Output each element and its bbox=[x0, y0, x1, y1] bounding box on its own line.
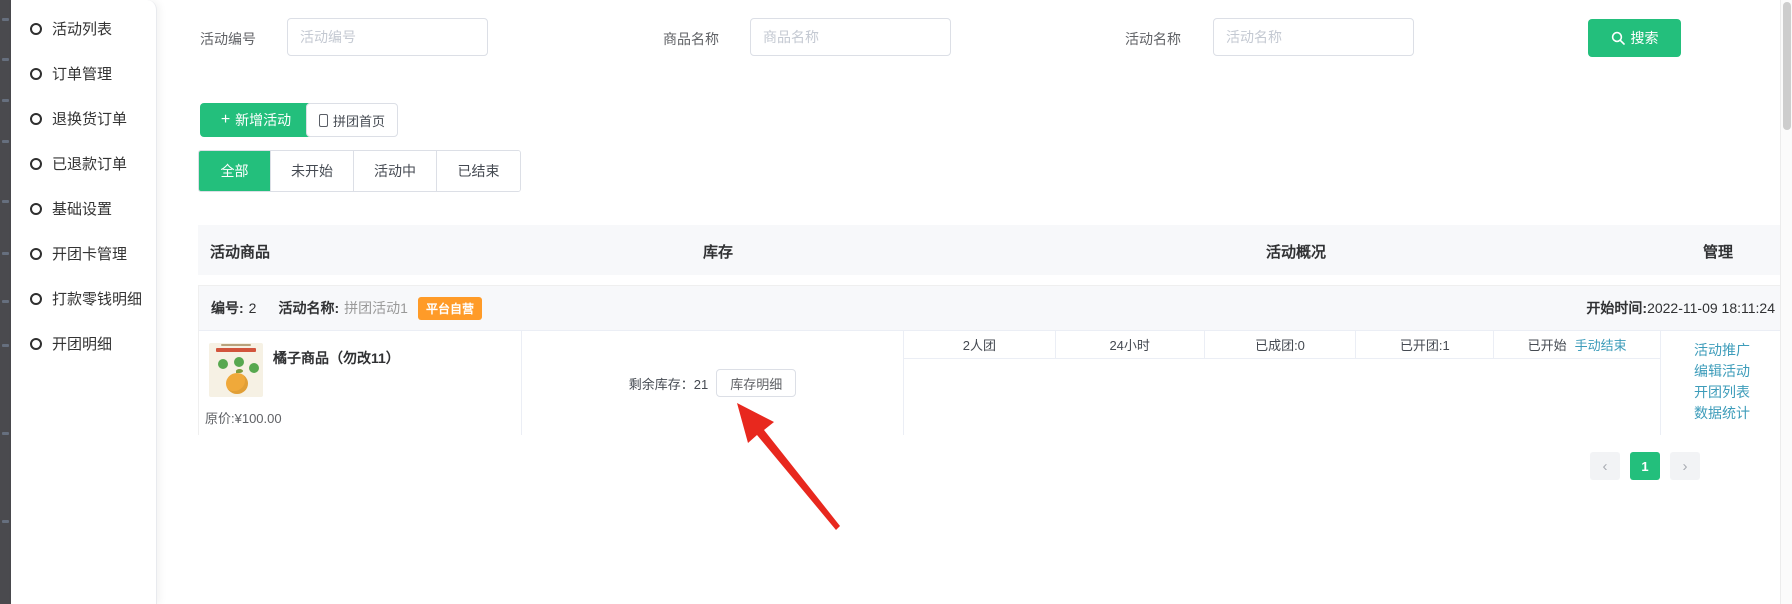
tab-ended[interactable]: 已结束 bbox=[437, 151, 520, 191]
search-icon bbox=[1611, 31, 1625, 45]
radio-circle-icon bbox=[30, 113, 42, 125]
product-cell: 橘子商品（勿改11） 原价:¥100.00 bbox=[199, 331, 522, 435]
radio-circle-icon bbox=[30, 203, 42, 215]
activity-name-value: 拼团活动1 bbox=[344, 298, 408, 318]
sidebar-item-label: 已退款订单 bbox=[52, 153, 127, 174]
sidebar-item-label: 订单管理 bbox=[52, 63, 112, 84]
pagination-prev-button[interactable]: ‹ bbox=[1590, 452, 1620, 480]
sidebar: 活动列表 订单管理 退换货订单 已退款订单 基础设置 开团卡管理 打款零钱明细 bbox=[11, 0, 157, 604]
sidebar-item-label: 退换货订单 bbox=[52, 108, 127, 129]
table-header: 活动商品 库存 活动概况 管理 bbox=[198, 225, 1784, 275]
radio-circle-icon bbox=[30, 158, 42, 170]
overview-group-size: 2人团 bbox=[904, 331, 1056, 358]
stock-cell: 剩余库存：21 库存明细 bbox=[522, 331, 904, 435]
group-home-label: 拼团首页 bbox=[333, 111, 385, 130]
manage-cell: 活动推广 编辑活动 开团列表 数据统计 bbox=[1661, 331, 1783, 435]
sidebar-item-label: 开团明细 bbox=[52, 333, 112, 354]
data-statistics-link[interactable]: 数据统计 bbox=[1694, 403, 1750, 424]
radio-circle-icon bbox=[30, 248, 42, 260]
status-tab-bar: 全部 未开始 活动中 已结束 bbox=[198, 150, 521, 192]
product-thumbnail bbox=[209, 343, 263, 397]
col-header-stock: 库存 bbox=[703, 241, 733, 262]
radio-circle-icon bbox=[30, 338, 42, 350]
activity-name-input[interactable] bbox=[1213, 18, 1414, 56]
sidebar-item-label: 打款零钱明细 bbox=[52, 288, 142, 309]
overview-cell: 2人团 24小时 已成团:0 已开团:1 已开始 手动结束 bbox=[904, 331, 1661, 435]
group-list-link[interactable]: 开团列表 bbox=[1694, 382, 1750, 403]
tab-all[interactable]: 全部 bbox=[199, 151, 271, 191]
search-button[interactable]: 搜索 bbox=[1588, 19, 1681, 57]
sidebar-item-basic-settings[interactable]: 基础设置 bbox=[11, 186, 156, 231]
col-header-manage: 管理 bbox=[1703, 241, 1733, 262]
overview-completed-groups: 已成团:0 bbox=[1205, 331, 1357, 358]
sidebar-item-activity-list[interactable]: 活动列表 bbox=[11, 6, 156, 51]
activity-id-filter-label: 活动编号 bbox=[200, 29, 256, 49]
group-home-button[interactable]: 拼团首页 bbox=[306, 103, 398, 137]
tab-not-started[interactable]: 未开始 bbox=[271, 151, 354, 191]
sidebar-item-payment-detail[interactable]: 打款零钱明细 bbox=[11, 276, 156, 321]
remaining-stock-text: 剩余库存：21 bbox=[629, 374, 708, 393]
scrollbar-thumb[interactable] bbox=[1783, 2, 1791, 130]
product-original-price: 原价:¥100.00 bbox=[205, 408, 282, 427]
stock-detail-button[interactable]: 库存明细 bbox=[716, 369, 796, 397]
product-title: 橘子商品（勿改11） bbox=[273, 348, 400, 368]
sidebar-item-label: 开团卡管理 bbox=[52, 243, 127, 264]
product-name-input[interactable] bbox=[750, 18, 951, 56]
pagination-next-button[interactable]: › bbox=[1670, 452, 1700, 480]
pagination: ‹ 1 › bbox=[1590, 452, 1700, 480]
radio-circle-icon bbox=[30, 293, 42, 305]
overview-duration: 24小时 bbox=[1056, 331, 1205, 358]
start-time-label: 开始时间: bbox=[1586, 300, 1647, 316]
edit-activity-link[interactable]: 编辑活动 bbox=[1694, 361, 1750, 382]
manual-end-link[interactable]: 手动结束 bbox=[1575, 335, 1627, 354]
start-time: 开始时间:2022-11-09 18:11:24 bbox=[1586, 298, 1775, 318]
activity-name-filter-label: 活动名称 bbox=[1125, 29, 1181, 49]
radio-circle-icon bbox=[30, 23, 42, 35]
activity-id-value: 2 bbox=[249, 300, 257, 316]
add-activity-button[interactable]: + 新增活动 bbox=[200, 103, 312, 137]
col-header-product: 活动商品 bbox=[210, 241, 270, 262]
phone-icon bbox=[319, 114, 328, 127]
background-window-edge bbox=[0, 0, 11, 604]
radio-circle-icon bbox=[30, 68, 42, 80]
sidebar-item-label: 基础设置 bbox=[52, 198, 112, 219]
app-window: 活动列表 订单管理 退换货订单 已退款订单 基础设置 开团卡管理 打款零钱明细 bbox=[0, 0, 1792, 604]
activity-id-input[interactable] bbox=[287, 18, 488, 56]
sidebar-item-return-orders[interactable]: 退换货订单 bbox=[11, 96, 156, 141]
tab-in-progress[interactable]: 活动中 bbox=[354, 151, 437, 191]
add-activity-label: 新增活动 bbox=[235, 110, 291, 130]
sidebar-item-label: 活动列表 bbox=[52, 18, 112, 39]
platform-badge: 平台自营 bbox=[418, 297, 482, 320]
sidebar-item-group-open-detail[interactable]: 开团明细 bbox=[11, 321, 156, 366]
plus-icon: + bbox=[221, 113, 230, 127]
sidebar-item-refunded-orders[interactable]: 已退款订单 bbox=[11, 141, 156, 186]
col-header-overview: 活动概况 bbox=[1266, 241, 1326, 262]
sidebar-item-order-management[interactable]: 订单管理 bbox=[11, 51, 156, 96]
sidebar-item-group-card-management[interactable]: 开团卡管理 bbox=[11, 231, 156, 276]
product-name-filter-label: 商品名称 bbox=[663, 29, 719, 49]
status-text: 已开始 bbox=[1528, 335, 1567, 354]
search-button-label: 搜索 bbox=[1631, 28, 1659, 48]
overview-sub-row: 2人团 24小时 已成团:0 已开团:1 已开始 手动结束 bbox=[904, 331, 1660, 359]
overview-opened-groups: 已开团:1 bbox=[1356, 331, 1494, 358]
start-time-value: 2022-11-09 18:11:24 bbox=[1647, 300, 1775, 316]
promote-activity-link[interactable]: 活动推广 bbox=[1694, 340, 1750, 361]
activity-row-header: 编号: 2 活动名称: 拼团活动1 平台自营 开始时间:2022-11-09 1… bbox=[199, 286, 1783, 331]
vertical-scrollbar[interactable] bbox=[1780, 0, 1792, 604]
pagination-page-1[interactable]: 1 bbox=[1630, 452, 1660, 480]
activity-row-body: 橘子商品（勿改11） 原价:¥100.00 剩余库存：21 库存明细 2人团 2… bbox=[199, 331, 1783, 435]
activity-name-label: 活动名称: bbox=[278, 298, 339, 318]
activity-row: 编号: 2 活动名称: 拼团活动1 平台自营 开始时间:2022-11-09 1… bbox=[198, 285, 1784, 435]
activity-id-label: 编号: bbox=[211, 298, 244, 318]
overview-status-cell: 已开始 手动结束 bbox=[1494, 331, 1660, 358]
